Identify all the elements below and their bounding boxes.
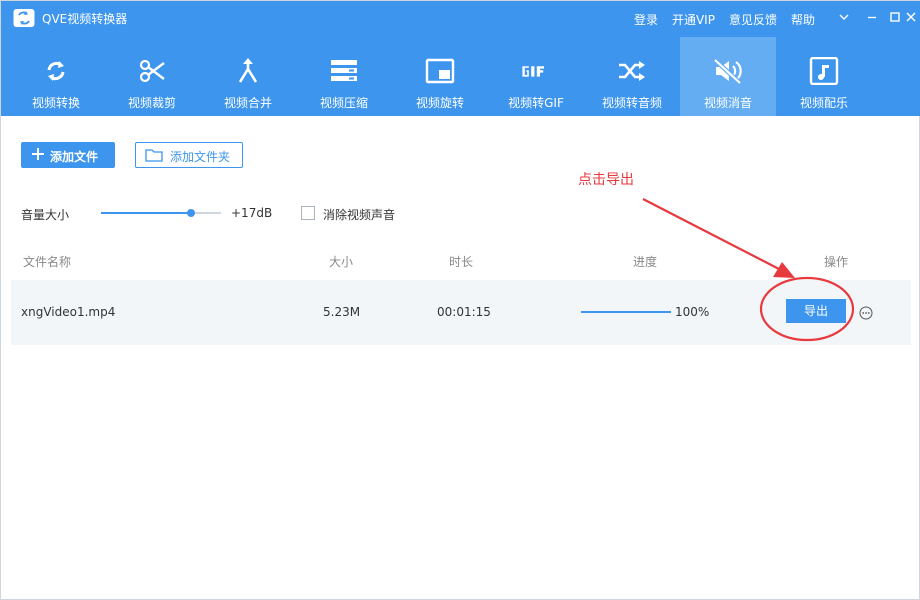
- feature-toolbar: 视频转换 视频裁剪 视频合并 视频压缩 视频旋转 视频转GIF 视频转音频 视频…: [8, 37, 872, 116]
- mute-label: 消除视频声音: [323, 208, 396, 222]
- minimize-icon[interactable]: [865, 10, 879, 24]
- progress-fill: [581, 311, 671, 313]
- tool-label: 视频旋转: [415, 96, 464, 110]
- menu-icon[interactable]: [837, 10, 851, 24]
- header: QVE视频转换器 登录 开通VIP 意见反馈 帮助 视频转换 视频裁剪 视频合并…: [1, 1, 920, 116]
- tool-label: 视频转换: [31, 96, 80, 110]
- tool-video-gif[interactable]: 视频转GIF: [488, 37, 584, 116]
- tool-video-audio[interactable]: 视频转音频: [584, 37, 680, 116]
- annotation-arrow: [642, 198, 795, 278]
- volume-value: +17dB: [231, 206, 273, 220]
- title-bar: QVE视频转换器 登录 开通VIP 意见反馈 帮助: [1, 1, 920, 35]
- rotate-icon: [424, 57, 456, 85]
- add-folder-button[interactable]: 添加文件夹: [135, 142, 243, 168]
- tool-video-mute[interactable]: 视频消音: [680, 37, 776, 116]
- tool-video-cut[interactable]: 视频裁剪: [104, 37, 200, 116]
- shuffle-icon: [616, 57, 648, 85]
- feedback-link[interactable]: 意见反馈: [729, 11, 777, 28]
- app-window: QVE视频转换器 登录 开通VIP 意见反馈 帮助 视频转换 视频裁剪 视频合并…: [0, 0, 920, 600]
- top-links: 登录 开通VIP 意见反馈 帮助: [620, 11, 815, 28]
- help-link[interactable]: 帮助: [791, 11, 815, 28]
- add-file-button[interactable]: 添加文件: [21, 142, 115, 168]
- merge-icon: [232, 57, 264, 85]
- column-header-size: 大小: [329, 255, 354, 269]
- column-header-actions: 操作: [824, 255, 849, 269]
- close-icon[interactable]: [904, 10, 918, 24]
- tool-label: 视频配乐: [799, 96, 848, 110]
- mute-checkbox[interactable]: [301, 206, 315, 220]
- file-name: xngVideo1.mp4: [21, 305, 116, 319]
- music-icon: [808, 57, 840, 85]
- progress-text: 100%: [675, 305, 710, 319]
- add-file-label: 添加文件: [50, 150, 99, 164]
- app-logo-icon: [13, 8, 35, 28]
- more-options-icon[interactable]: [859, 305, 873, 320]
- volume-slider[interactable]: [101, 208, 221, 218]
- file-duration: 00:01:15: [437, 305, 491, 319]
- tool-label: 视频裁剪: [127, 96, 176, 110]
- compress-icon: [328, 57, 360, 85]
- tool-video-rotate[interactable]: 视频旋转: [392, 37, 488, 116]
- tool-label: 视频压缩: [319, 96, 368, 110]
- tool-label: 视频合并: [223, 96, 272, 110]
- progress-bar: [581, 311, 671, 313]
- mute-icon: [712, 57, 744, 85]
- export-button[interactable]: 导出: [786, 299, 846, 323]
- refresh-icon: [40, 57, 72, 85]
- tool-video-music[interactable]: 视频配乐: [776, 37, 872, 116]
- add-folder-label: 添加文件夹: [170, 150, 231, 164]
- vip-link[interactable]: 开通VIP: [672, 11, 715, 28]
- slider-handle[interactable]: [187, 209, 195, 217]
- tool-label: 视频消音: [703, 96, 752, 110]
- scissors-icon: [136, 57, 168, 85]
- volume-label: 音量大小: [21, 208, 70, 222]
- plus-icon: [32, 148, 44, 160]
- column-header-progress: 进度: [633, 255, 658, 269]
- folder-icon: [145, 149, 163, 162]
- gif-icon: [520, 57, 552, 85]
- tool-label: 视频转GIF: [508, 96, 564, 110]
- slider-fill: [101, 212, 191, 214]
- file-size: 5.23M: [323, 305, 361, 319]
- column-header-name: 文件名称: [23, 255, 72, 269]
- maximize-icon[interactable]: [888, 10, 902, 24]
- tool-video-compress[interactable]: 视频压缩: [296, 37, 392, 116]
- column-header-duration: 时长: [449, 255, 474, 269]
- login-link[interactable]: 登录: [634, 11, 658, 28]
- tool-video-convert[interactable]: 视频转换: [8, 37, 104, 116]
- tool-label: 视频转音频: [601, 96, 662, 110]
- app-title: QVE视频转换器: [42, 12, 128, 26]
- annotation-text: 点击导出: [578, 172, 634, 188]
- tool-video-merge[interactable]: 视频合并: [200, 37, 296, 116]
